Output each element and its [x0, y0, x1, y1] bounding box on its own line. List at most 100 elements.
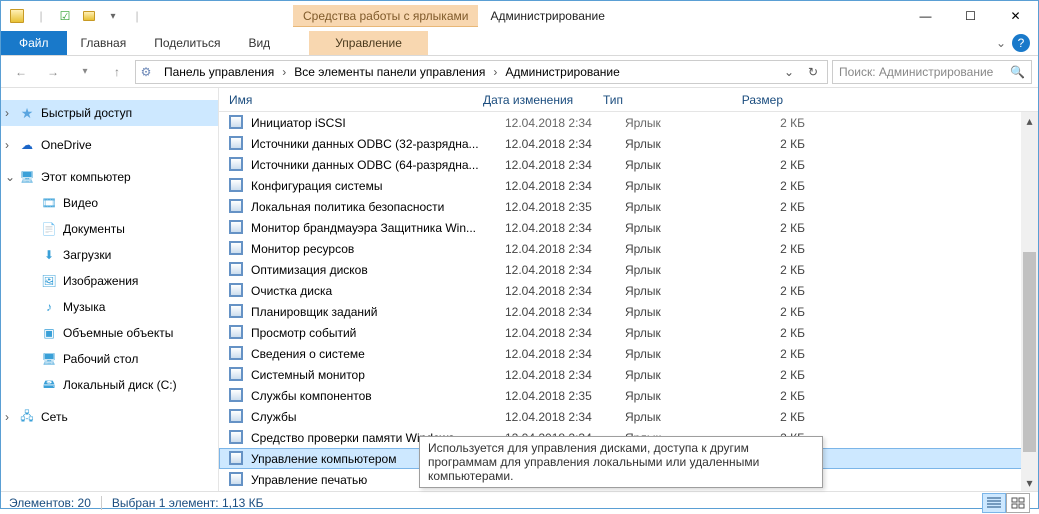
item-type: Ярлык [625, 200, 745, 214]
sidebar-item-label: Локальный диск (C:) [63, 378, 177, 392]
breadcrumb[interactable]: Администрирование [501, 65, 631, 79]
sidebar-item-label: OneDrive [41, 138, 92, 152]
new-folder-icon[interactable] [78, 5, 100, 27]
sidebar-network[interactable]: › 🖧 Сеть [1, 404, 218, 430]
item-size: 2 КБ [745, 200, 805, 214]
window-title: Администрирование [490, 9, 903, 23]
tab-file[interactable]: Файл [1, 31, 67, 55]
list-item[interactable]: Системный монитор12.04.2018 2:34Ярлык2 К… [219, 364, 1022, 385]
tab-manage[interactable]: Управление [309, 31, 428, 55]
col-type-header[interactable]: Тип [603, 93, 723, 107]
item-type: Ярлык [625, 410, 745, 424]
expander-icon[interactable]: ⌄ [5, 170, 15, 184]
folder-icon: 📄 [41, 221, 57, 237]
shortcut-icon [229, 367, 245, 383]
folder-icon: 🎞 [41, 195, 57, 211]
shortcut-icon [229, 220, 245, 236]
nav-back-button[interactable] [7, 58, 35, 86]
maximize-button[interactable]: ☐ [948, 2, 993, 30]
help-icon[interactable]: ? [1012, 34, 1030, 52]
sidebar-item[interactable]: ▣ Объемные объекты [1, 320, 218, 346]
scroll-up-icon[interactable]: ▴ [1021, 112, 1038, 129]
folder-icon: ▣ [41, 325, 57, 341]
tab-home[interactable]: Главная [67, 31, 141, 55]
list-item[interactable]: Службы компонентов12.04.2018 2:35Ярлык2 … [219, 385, 1022, 406]
properties-icon[interactable]: ☑ [54, 5, 76, 27]
nav-up-button[interactable]: ↑ [103, 58, 131, 86]
search-icon[interactable]: 🔍 [1010, 65, 1025, 79]
item-size: 2 КБ [745, 305, 805, 319]
close-button[interactable]: ✕ [993, 2, 1038, 30]
view-icons-button[interactable] [1006, 493, 1030, 513]
expander-icon[interactable]: › [5, 106, 9, 120]
list-item[interactable]: Очистка диска12.04.2018 2:34Ярлык2 КБ [219, 280, 1022, 301]
list-item[interactable]: Локальная политика безопасности12.04.201… [219, 196, 1022, 217]
sidebar-item-label: Объемные объекты [63, 326, 173, 340]
item-size: 2 КБ [745, 326, 805, 340]
sidebar-item[interactable]: 🖴Локальный диск (C:) [1, 372, 218, 398]
sidebar-this-pc[interactable]: ⌄ 🖥 Этот компьютер [1, 164, 218, 190]
sidebar-item[interactable]: 🖼Изображения [1, 268, 218, 294]
sidebar-item[interactable]: 🎞Видео [1, 190, 218, 216]
tab-view[interactable]: Вид [234, 31, 284, 55]
sidebar-item[interactable]: 🖥Рабочий стол [1, 346, 218, 372]
tab-share[interactable]: Поделиться [140, 31, 234, 55]
item-size: 2 КБ [745, 221, 805, 235]
sidebar-item-label: Быстрый доступ [41, 106, 132, 120]
status-selection: Выбран 1 элемент: 1,13 КБ [112, 496, 264, 510]
sidebar-item-label: Документы [63, 222, 125, 236]
item-modified: 12.04.2018 2:34 [505, 347, 625, 361]
sidebar-onedrive[interactable]: › ☁ OneDrive [1, 132, 218, 158]
status-bar: Элементов: 20 Выбран 1 элемент: 1,13 КБ [1, 491, 1038, 514]
expander-icon[interactable]: › [5, 138, 9, 152]
list-item[interactable]: Монитор брандмауэра Защитника Win...12.0… [219, 217, 1022, 238]
folder-icon: 🖼 [41, 273, 57, 289]
minimize-button[interactable]: — [903, 2, 948, 30]
shortcut-icon [229, 283, 245, 299]
breadcrumb[interactable]: Панель управления [160, 65, 290, 79]
sidebar-item[interactable]: ⬇Загрузки [1, 242, 218, 268]
list-item[interactable]: Службы12.04.2018 2:34Ярлык2 КБ [219, 406, 1022, 427]
tooltip: Используется для управления дисками, дос… [419, 436, 823, 488]
search-placeholder: Поиск: Администрирование [839, 65, 993, 79]
item-modified: 12.04.2018 2:34 [505, 137, 625, 151]
scroll-thumb[interactable] [1023, 252, 1036, 452]
list-item[interactable]: Планировщик заданий12.04.2018 2:34Ярлык2… [219, 301, 1022, 322]
expander-icon[interactable]: › [5, 410, 9, 424]
refresh-icon[interactable]: ↻ [801, 61, 825, 83]
scroll-down-icon[interactable]: ▾ [1021, 474, 1038, 491]
vertical-scrollbar[interactable]: ▴ ▾ [1021, 112, 1038, 491]
col-modified-header[interactable]: Дата изменения [483, 93, 603, 107]
shortcut-icon [229, 430, 245, 446]
list-item[interactable]: Источники данных ODBC (32-разрядна...12.… [219, 133, 1022, 154]
sidebar-quick-access[interactable]: › ★ Быстрый доступ [1, 100, 218, 126]
list-item[interactable]: Сведения о системе12.04.2018 2:34Ярлык2 … [219, 343, 1022, 364]
nav-recent-button[interactable]: ▾ [71, 58, 99, 86]
sidebar-item[interactable]: ♪Музыка [1, 294, 218, 320]
col-name-header[interactable]: Имя [223, 93, 483, 107]
item-size: 2 КБ [745, 368, 805, 382]
item-modified: 12.04.2018 2:34 [505, 242, 625, 256]
col-size-header[interactable]: Размер [723, 93, 783, 107]
ribbon-expand-icon[interactable]: ⌄ [996, 36, 1006, 50]
list-item[interactable]: Оптимизация дисков12.04.2018 2:34Ярлык2 … [219, 259, 1022, 280]
sidebar-item[interactable]: 📄 Документы [1, 216, 218, 242]
item-size: 2 КБ [745, 116, 805, 130]
list-item[interactable]: Инициатор iSCSI12.04.2018 2:34Ярлык2 КБ [219, 112, 1022, 133]
list-item[interactable]: Просмотр событий12.04.2018 2:34Ярлык2 КБ [219, 322, 1022, 343]
list-item[interactable]: Источники данных ODBC (64-разрядна...12.… [219, 154, 1022, 175]
qat-menu-icon[interactable]: ▾ [102, 5, 124, 27]
list-item[interactable]: Конфигурация системы12.04.2018 2:34Ярлык… [219, 175, 1022, 196]
item-name: Оптимизация дисков [251, 263, 505, 277]
search-input[interactable]: Поиск: Администрирование 🔍 [832, 60, 1032, 84]
item-type: Ярлык [625, 242, 745, 256]
breadcrumb[interactable]: Все элементы панели управления [290, 65, 501, 79]
item-modified: 12.04.2018 2:34 [505, 368, 625, 382]
view-details-button[interactable] [982, 493, 1006, 513]
file-list: Имя Дата изменения Тип Размер Инициатор … [219, 88, 1038, 491]
address-bar[interactable]: ⚙ Панель управления Все элементы панели … [135, 60, 828, 84]
list-item[interactable]: Монитор ресурсов12.04.2018 2:34Ярлык2 КБ [219, 238, 1022, 259]
nav-forward-button[interactable] [39, 58, 67, 86]
column-headers: Имя Дата изменения Тип Размер [219, 88, 1038, 112]
address-dropdown-icon[interactable]: ⌄ [777, 61, 801, 83]
